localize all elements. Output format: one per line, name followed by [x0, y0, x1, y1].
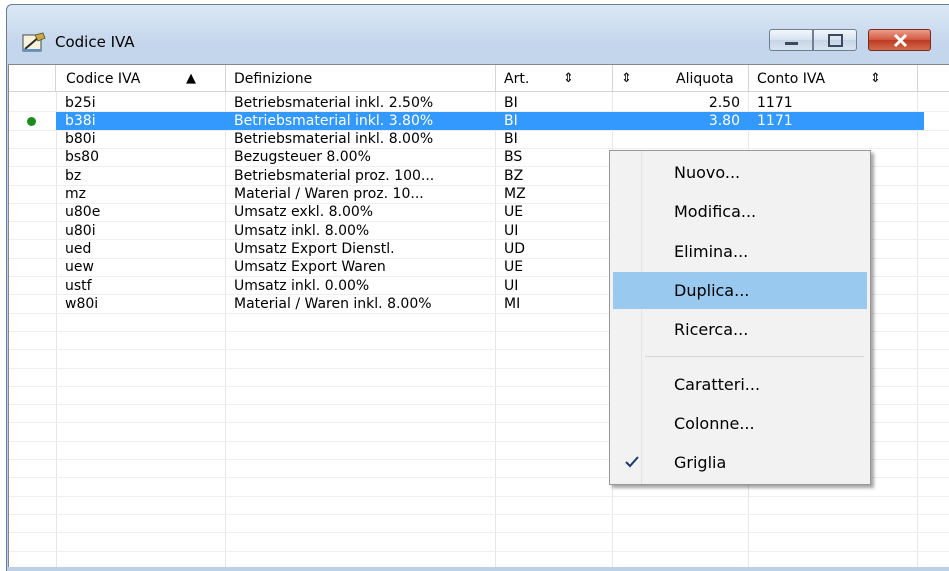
menu-item-label: Colonne... [674, 414, 755, 433]
menu-item-search[interactable]: Ricerca... [613, 311, 867, 348]
cell-type: UE [504, 204, 524, 220]
app-icon [22, 32, 46, 52]
menu-separator [645, 356, 864, 357]
cell-type: BI [504, 113, 518, 129]
cell-rate [615, 130, 740, 148]
sort-toggle-icon: ⇕ [870, 71, 881, 86]
sort-ascending-icon: ▲ [186, 71, 196, 86]
cell-code: mz [65, 186, 86, 202]
column-header-type-label: Art. [504, 71, 530, 87]
sort-toggle-icon: ⇕ [621, 71, 632, 86]
cell-account: 1171 [757, 95, 793, 111]
cell-account [757, 130, 907, 148]
grid-line [9, 514, 949, 515]
cell-type: MZ [504, 186, 526, 202]
column-header-account-label: Conto IVA [757, 71, 826, 87]
column-header-code-label: Codice IVA [66, 71, 141, 87]
cell-account: 1171 [757, 113, 793, 129]
menu-item-new[interactable]: Nuovo... [613, 154, 867, 191]
cell-definition: Umsatz Export Dienstl. [234, 241, 395, 257]
menu-item-grid[interactable]: Griglia [613, 444, 867, 481]
checkmark-icon [625, 456, 639, 468]
window-title: Codice IVA [55, 33, 135, 51]
cell-code: bz [65, 168, 82, 184]
menu-item-label: Caratteri... [674, 375, 761, 394]
cell-type: UD [504, 241, 526, 257]
cell-code: u80i [65, 223, 96, 239]
cell-code: b80i [65, 131, 96, 147]
table-row[interactable]: b25i Betriebsmaterial inkl. 2.50% BI 2.50 11… [9, 94, 949, 112]
cell-definition: Umsatz Export Waren [234, 259, 386, 275]
column-header-definition[interactable]: Definizione [226, 65, 496, 92]
cell-definition: Betriebsmaterial proz. 100... [234, 168, 435, 184]
menu-item-label: Griglia [674, 453, 727, 472]
context-menu: Nuovo... Modifica... Elimina... Duplica.… [609, 150, 871, 485]
cell-code: uew [65, 259, 94, 275]
current-row-indicator-icon [27, 117, 36, 126]
cell-definition: Betriebsmaterial inkl. 3.80% [234, 113, 434, 129]
cell-definition: Betriebsmaterial inkl. 2.50% [234, 95, 434, 111]
grid-line [9, 532, 949, 533]
column-header-rate-label: Aliquota [676, 71, 734, 87]
column-header-type[interactable]: Art. ⇕ [496, 65, 613, 92]
cell-type: BI [504, 95, 518, 111]
menu-item-label: Modifica... [674, 202, 757, 221]
menu-item-label: Nuovo... [674, 163, 741, 182]
cell-code: b25i [65, 95, 96, 111]
minimize-button[interactable] [769, 29, 813, 51]
cell-rate: 2.50 [708, 95, 740, 111]
cell-type: UI [504, 278, 519, 294]
cell-definition: Umsatz inkl. 0.00% [234, 278, 370, 294]
cell-definition: Material / Waren inkl. 8.00% [234, 296, 432, 312]
grid-line [9, 496, 949, 497]
cell-code: w80i [65, 296, 99, 312]
cell-rate: 3.80 [708, 113, 740, 129]
cell-code: b38i [65, 113, 96, 129]
column-header-code[interactable]: Codice IVA ▲ [56, 65, 226, 92]
menu-item-label: Elimina... [674, 242, 749, 261]
column-header-account[interactable]: Conto IVA ⇕ [749, 65, 918, 92]
cell-definition: Material / Waren proz. 10... [234, 186, 424, 202]
maximize-button[interactable] [813, 29, 857, 51]
close-button[interactable] [868, 29, 931, 51]
cell-type: BZ [504, 168, 524, 184]
table-row[interactable]: b80i Betriebsmaterial inkl. 8.00% BI [9, 130, 949, 148]
menu-item-label: Ricerca... [674, 320, 749, 339]
menu-item-edit[interactable]: Modifica... [613, 193, 867, 230]
cell-type: BI [504, 131, 518, 147]
cell-definition: Bezugsteuer 8.00% [234, 149, 371, 165]
cell-type: UE [504, 259, 524, 275]
cell-definition: Betriebsmaterial inkl. 8.00% [234, 131, 434, 147]
cell-code: ustf [65, 278, 92, 294]
menu-item-columns[interactable]: Colonne... [613, 405, 867, 442]
column-header-definition-label: Definizione [234, 71, 313, 87]
cell-type: UI [504, 223, 519, 239]
cell-type: MI [504, 296, 521, 312]
grid-line [9, 551, 949, 552]
maximize-icon [828, 34, 843, 47]
column-header-rate[interactable]: ⇕ Aliquota [613, 65, 749, 92]
menu-item-duplicate[interactable]: Duplica... [613, 272, 867, 309]
cell-definition: Umsatz exkl. 8.00% [234, 204, 374, 220]
menu-item-delete[interactable]: Elimina... [613, 233, 867, 270]
cell-definition: Umsatz inkl. 8.00% [234, 223, 370, 239]
cell-code: bs80 [65, 149, 99, 165]
cell-code: u80e [65, 204, 101, 220]
menu-item-label: Duplica... [674, 281, 750, 300]
column-header-filler [918, 65, 949, 92]
minimize-icon [785, 42, 798, 45]
row-indicator-header [9, 65, 56, 92]
sort-toggle-icon: ⇕ [563, 71, 574, 86]
menu-item-fonts[interactable]: Caratteri... [613, 366, 867, 403]
cell-code: ued [65, 241, 92, 257]
table-row[interactable]: b38i Betriebsmaterial inkl. 3.80% BI 3.80 11… [9, 112, 949, 130]
cell-type: BS [504, 149, 523, 165]
close-icon [893, 33, 908, 48]
